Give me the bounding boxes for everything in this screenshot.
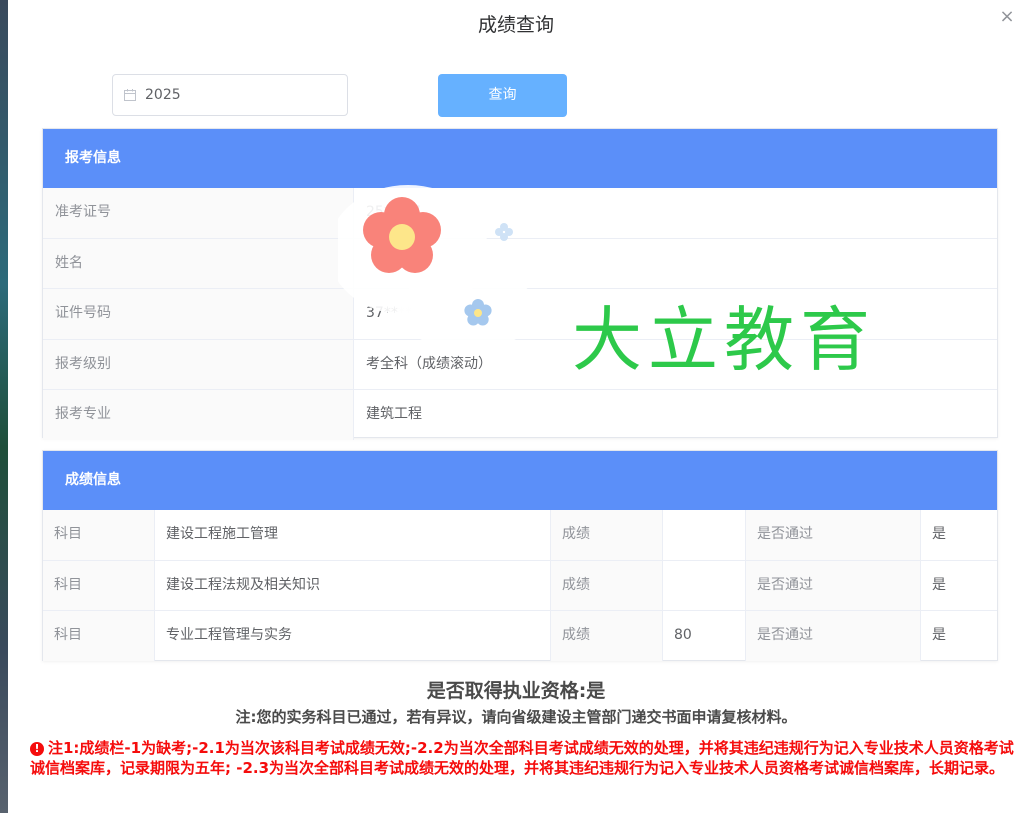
close-icon[interactable]: ×: [998, 8, 1016, 26]
review-note: 注:您的实务科目已通过，若有异议，请向省级建设主管部门递交书面申请复核材料。: [235, 708, 797, 726]
score-label: 成绩: [551, 510, 663, 560]
info-value: 建筑工程: [366, 406, 422, 423]
score-info-panel: 成绩信息 科目 建设工程施工管理 成绩 是否通过 是 科目 建设工程法规及相关知…: [42, 450, 998, 661]
subject-name: 建设工程施工管理: [155, 510, 551, 560]
pass-value: 是: [932, 526, 946, 542]
info-row-name: 姓名: [43, 237, 997, 289]
table-row: 科目 建设工程法规及相关知识 成绩 是否通过 是: [43, 559, 997, 611]
pass-label: 是否通过: [746, 510, 921, 560]
subject-name: 专业工程管理与实务: [155, 611, 551, 661]
info-row-major: 报考专业 建筑工程: [43, 389, 997, 440]
score-info-header: 成绩信息: [43, 451, 997, 510]
subject-label: 科目: [43, 611, 155, 661]
info-label: 证件号码: [43, 289, 354, 339]
pass-label: 是否通过: [746, 560, 921, 611]
alert-icon: !: [30, 742, 44, 756]
score-label: 成绩: [551, 611, 663, 661]
table-row: 科目 专业工程管理与实务 成绩 80 是否通过 是: [43, 610, 997, 661]
warning-text: 注1:成绩栏-1为缺考;-2.1为当次该科目考试成绩无效;-2.2为当次全部科目…: [30, 739, 1014, 777]
score-value: 80: [663, 611, 746, 661]
year-value: 2025: [145, 87, 181, 103]
score-code-warning: ! 注1:成绩栏-1为缺考;-2.1为当次该科目考试成绩无效;-2.2为当次全部科…: [30, 738, 1014, 778]
score-value: [663, 510, 746, 560]
dialog-title: 成绩查询: [477, 14, 554, 36]
info-row-ticket: 准考证号 25****7: [43, 188, 997, 238]
enroll-info-panel: 报考信息 准考证号 25****7 姓名 证件号码 37**** 报考级别 考全…: [42, 128, 998, 440]
pass-label: 是否通过: [746, 611, 921, 661]
info-value: [354, 239, 997, 289]
score-query-dialog: 成绩查询 × 2025 查询 报考信息 准考证号 25****7 姓名 证件号码…: [8, 0, 1024, 813]
background-page-edge: [0, 0, 8, 813]
subject-name: 建设工程法规及相关知识: [155, 560, 551, 611]
info-label: 报考级别: [43, 339, 354, 390]
info-value: 37****: [366, 305, 412, 322]
year-picker-input[interactable]: 2025: [112, 74, 348, 116]
pass-value: 是: [932, 576, 946, 593]
info-value: 考全科（成绩滚动）: [366, 355, 492, 372]
calendar-icon: [124, 89, 136, 101]
info-row-level: 报考级别 考全科（成绩滚动）: [43, 338, 997, 390]
subject-label: 科目: [43, 510, 155, 560]
score-label: 成绩: [551, 560, 663, 611]
info-label: 准考证号: [43, 188, 354, 238]
subject-label: 科目: [43, 560, 155, 611]
table-row: 科目 建设工程施工管理 成绩 是否通过 是: [43, 510, 997, 560]
enroll-info-header: 报考信息: [43, 129, 997, 188]
pass-value: 是: [932, 627, 946, 644]
info-value: 25****7: [366, 204, 421, 220]
query-button[interactable]: 查询: [438, 74, 567, 117]
qualification-result: 是否取得执业资格:是: [426, 680, 606, 702]
info-label: 报考专业: [43, 390, 354, 440]
score-value: [663, 560, 746, 611]
info-row-id-number: 证件号码 37****: [43, 288, 997, 339]
info-label: 姓名: [43, 238, 354, 289]
